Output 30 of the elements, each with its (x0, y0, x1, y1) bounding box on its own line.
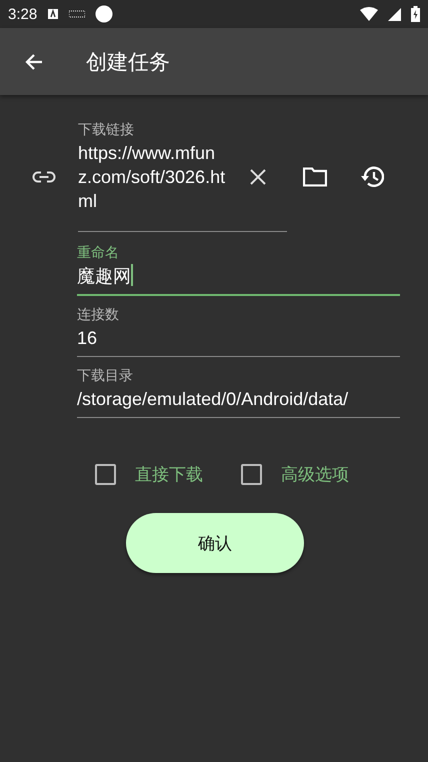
field-label: 下载链接 (78, 121, 135, 139)
circle-icon (95, 5, 114, 23)
field-label: 连接数 (77, 306, 120, 324)
checkbox-label[interactable]: 高级选项 (281, 463, 349, 486)
field-label: 下载目录 (77, 367, 134, 385)
close-icon[interactable] (249, 168, 267, 186)
field-value: /storage/emulated/0/Android/data/ (77, 388, 350, 411)
text-field[interactable]: 连接数 16 (77, 306, 400, 357)
field-value: 16 (77, 327, 98, 350)
signal-icon (388, 8, 401, 20)
text-field[interactable]: 重命名 魔趣网 (77, 244, 400, 296)
field-value: 魔趣网 (77, 264, 134, 288)
link-icon (32, 170, 56, 182)
battery-icon (411, 6, 420, 22)
confirm-button[interactable]: 确认 (126, 513, 304, 573)
page-title: 创建任务 (86, 48, 170, 76)
keyboard-icon (69, 10, 86, 18)
keyboard-notification-icon (47, 8, 60, 20)
field-value: https://www.mfunz.com/soft/3026.html (78, 142, 226, 213)
checkbox-label[interactable]: 直接下载 (135, 463, 203, 486)
folder-icon[interactable] (303, 167, 327, 186)
history-icon[interactable] (360, 166, 384, 188)
url-field[interactable]: 下载链接 https://www.mfunz.com/soft/3026.html (78, 121, 287, 232)
text-field[interactable]: 下载目录 /storage/emulated/0/Android/data/ (77, 367, 400, 418)
checkbox[interactable] (241, 464, 262, 485)
field-label: 重命名 (77, 244, 120, 262)
checkbox[interactable] (95, 464, 116, 485)
back-arrow-icon[interactable] (24, 52, 44, 72)
wifi-icon (360, 7, 378, 21)
status-time: 3:28 (8, 6, 38, 22)
